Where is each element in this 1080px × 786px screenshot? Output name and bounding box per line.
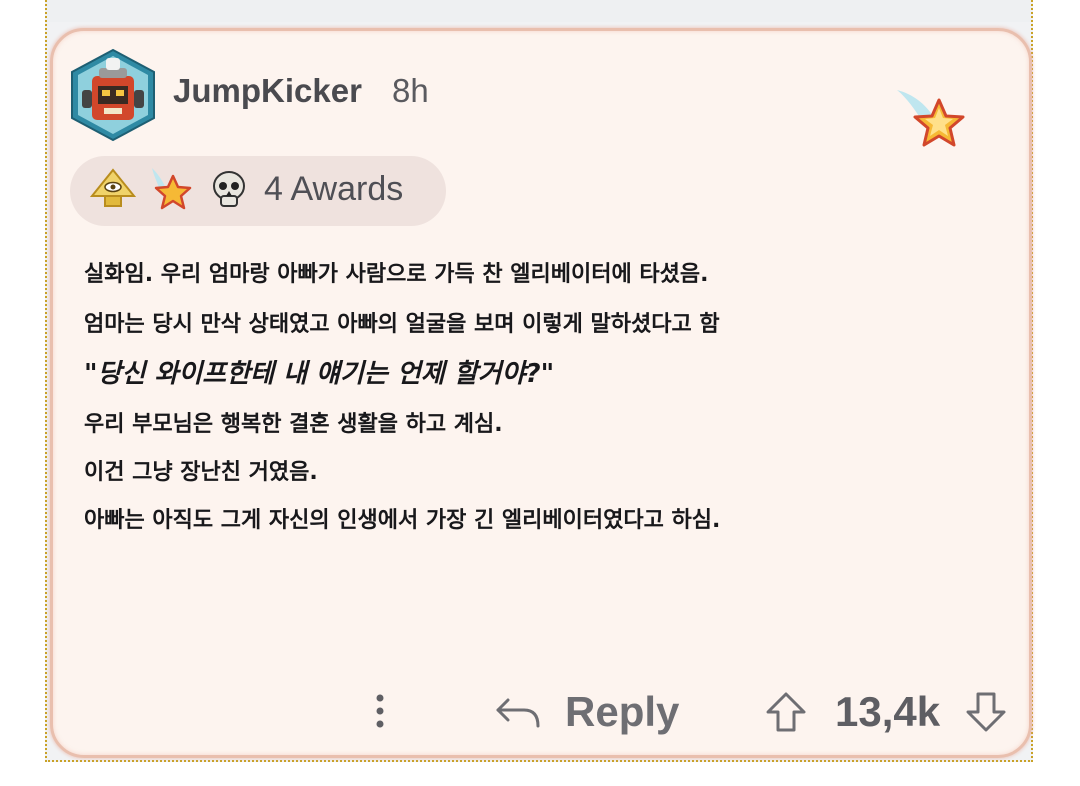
comment-body-quote: "당신 와이프한테 내 얘기는 언제 할거야?" (84, 359, 555, 389)
shooting-star-award-icon (897, 90, 965, 147)
comment-body-line: 실화임. 우리 엄마랑 아빠가 사람으로 가득 찬 엘리베이터에 타셨음. (84, 262, 709, 287)
comment-card (50, 28, 1032, 758)
downvote-icon[interactable] (964, 690, 1008, 734)
reply-button[interactable]: Reply (565, 688, 679, 736)
comment-body-line: 우리 부모님은 행복한 결혼 생활을 하고 계심. (84, 412, 503, 437)
comment-body-line: 아빠는 아직도 그게 자신의 인생에서 가장 긴 엘리베이터였다고 하심. (84, 508, 721, 533)
shooting-star-icon (152, 168, 192, 210)
top-strip (47, 0, 1031, 22)
vote-score: 13,4k (835, 688, 941, 735)
awards-count-label[interactable]: 4 Awards (264, 170, 403, 209)
upvote-icon[interactable] (764, 690, 808, 734)
username[interactable]: JumpKicker (173, 72, 362, 110)
comment-body-line: 이건 그냥 장난친 거였음. (84, 460, 318, 485)
timestamp: 8h (392, 72, 429, 109)
more-options-icon[interactable] (370, 690, 390, 732)
pyramid-eye-icon (90, 168, 136, 207)
user-avatar[interactable] (66, 46, 160, 144)
comment-body-line: 엄마는 당시 만삭 상태였고 아빠의 얼굴을 보며 이렇게 말하셨다고 함 (84, 312, 720, 337)
skull-icon (213, 171, 245, 207)
reply-icon[interactable] (494, 692, 542, 732)
